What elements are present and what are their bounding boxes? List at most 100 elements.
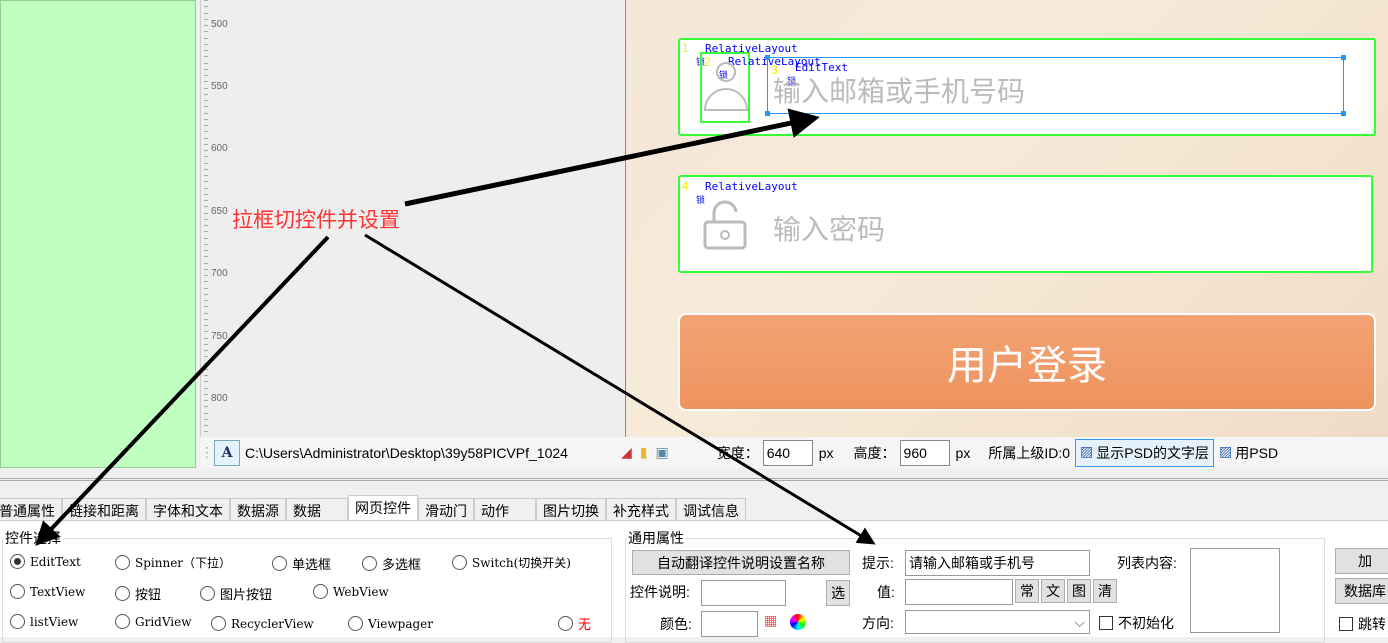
ruler-label: 600 [211, 143, 228, 154]
use-psd-button[interactable]: ▨ 用PSD [1219, 440, 1278, 466]
desc-input[interactable] [701, 580, 786, 606]
select-button[interactable]: 选 [826, 580, 850, 606]
tab-data[interactable]: 数据 [286, 498, 348, 520]
ruler-tick [204, 131, 208, 133]
database-button[interactable]: 数据库 [1335, 578, 1388, 604]
auto-translate-button[interactable]: 自动翻译控件说明设置名称 [632, 550, 850, 575]
radio-viewpager[interactable]: Viewpager [348, 616, 433, 631]
ruler-tick [204, 381, 208, 383]
color-wheel-icon[interactable] [790, 614, 806, 630]
ruler-tick [204, 325, 208, 326]
ruler-tick [204, 387, 208, 389]
edit-icon[interactable]: ◢ [621, 444, 632, 461]
tab-font-text[interactable]: 字体和文本 [146, 498, 230, 520]
show-psd-label: 显示PSD的文字层 [1096, 444, 1210, 461]
tab-datasource[interactable]: 数据源 [230, 498, 286, 520]
tab-general[interactable]: 普通属性 [0, 498, 62, 520]
ruler-tick [204, 243, 208, 245]
ruler-label: 800 [211, 393, 228, 404]
radio-multi-choice[interactable]: 多选框 [362, 554, 421, 573]
radio-none[interactable]: 无 [558, 614, 591, 633]
tab-action[interactable]: 动作 [474, 498, 536, 520]
password-hint: 输入密码 [773, 214, 886, 245]
radio-textview[interactable]: TextView [10, 584, 85, 599]
ruler-tick [204, 0, 208, 1]
login-button[interactable]: 用户登录 [678, 313, 1376, 411]
px-unit: px [955, 444, 971, 461]
resize-handle[interactable] [765, 111, 770, 116]
list-label: 列表内容: [1117, 555, 1177, 571]
radio-edittext[interactable]: EditText [10, 554, 81, 569]
layer-label: RelativeLayout [705, 180, 798, 193]
ruler-tick [204, 6, 208, 8]
ruler-tick [204, 106, 208, 108]
ruler-tick [204, 312, 208, 314]
color-input[interactable] [701, 611, 758, 637]
height-input[interactable]: 960 [899, 439, 950, 466]
save-icon[interactable]: ▣ [656, 444, 669, 461]
tab-link-distance[interactable]: 链接和距离 [62, 498, 146, 520]
ruler-tick [204, 281, 208, 283]
ruler-tick [204, 118, 208, 120]
width-label: 宽度： [716, 444, 759, 461]
folder-icon[interactable]: ▮ [640, 444, 648, 461]
radio-switch[interactable]: Switch(切换开关) [452, 554, 571, 571]
radio-spinner[interactable]: Spinner（下拉） [115, 554, 231, 571]
image-icon: ▨ [1080, 442, 1094, 459]
ruler-tick [204, 200, 208, 201]
tab-web-controls[interactable]: 网页控件 [348, 495, 418, 520]
left-panel [0, 0, 196, 468]
common-button[interactable]: 常 [1015, 579, 1039, 603]
height-label: 高度： [853, 444, 896, 461]
clear-button[interactable]: 清 [1093, 579, 1117, 603]
splitter[interactable] [0, 478, 1388, 481]
ruler-tick [204, 87, 208, 89]
tab-sliding-door[interactable]: 滑动门 [418, 498, 474, 520]
tab-extra-style[interactable]: 补充样式 [606, 498, 676, 520]
ruler-label: 750 [211, 331, 228, 342]
tab-debug-info[interactable]: 调试信息 [676, 498, 746, 520]
radio-webview[interactable]: WebView [313, 584, 389, 599]
direction-label: 方向: [862, 615, 894, 631]
radio-recyclerview[interactable]: RecyclerView [211, 616, 314, 631]
group-title: 控件选择 [5, 530, 61, 546]
show-psd-text-button[interactable]: ▨ 显示PSD的文字层 [1075, 438, 1215, 467]
radio-image-button[interactable]: 图片按钮 [200, 584, 272, 603]
user-icon [703, 62, 749, 111]
group-title: 通用属性 [628, 530, 684, 546]
ruler-tick [204, 93, 208, 95]
ruler-tick [204, 43, 208, 45]
hint-input[interactable]: 请输入邮箱或手机号 [905, 550, 1090, 576]
hint-label: 提示: [862, 555, 894, 571]
layer-number: 1 [682, 41, 689, 55]
ruler-tick [204, 206, 208, 208]
radio-button[interactable]: 按钮 [115, 584, 161, 603]
ruler-tick [204, 250, 208, 251]
font-icon[interactable]: A [214, 439, 240, 466]
direction-select[interactable]: ⌵ [905, 610, 1090, 634]
ruler-tick [204, 231, 208, 233]
email-hint: 输入邮箱或手机号码 [773, 76, 1026, 107]
ruler-tick [204, 181, 208, 183]
radio-gridview[interactable]: GridView [115, 614, 192, 629]
resize-handle[interactable] [1341, 111, 1346, 116]
width-input[interactable]: 640 [762, 439, 813, 466]
lock-icon [703, 200, 747, 250]
list-content-textarea[interactable] [1190, 548, 1280, 633]
jump-checkbox[interactable]: 跳转 [1339, 614, 1386, 634]
no-init-checkbox[interactable]: 不初始化 [1099, 613, 1174, 633]
text-button[interactable]: 文 [1041, 579, 1065, 603]
add-button[interactable]: 加 [1335, 548, 1388, 574]
ruler-tick [204, 225, 208, 226]
ruler-tick [204, 162, 208, 164]
resize-handle[interactable] [1341, 55, 1346, 60]
ruler-tick [204, 350, 208, 351]
value-input[interactable] [905, 579, 1013, 605]
radio-single-choice[interactable]: 单选框 [272, 554, 331, 573]
radio-listview[interactable]: listView [10, 614, 78, 629]
image-button[interactable]: 图 [1067, 579, 1091, 603]
tab-image-switch[interactable]: 图片切换 [536, 498, 606, 520]
ruler-tick [204, 31, 208, 33]
resize-handle[interactable] [765, 55, 770, 60]
palette-icon[interactable]: ▦ [764, 612, 777, 629]
